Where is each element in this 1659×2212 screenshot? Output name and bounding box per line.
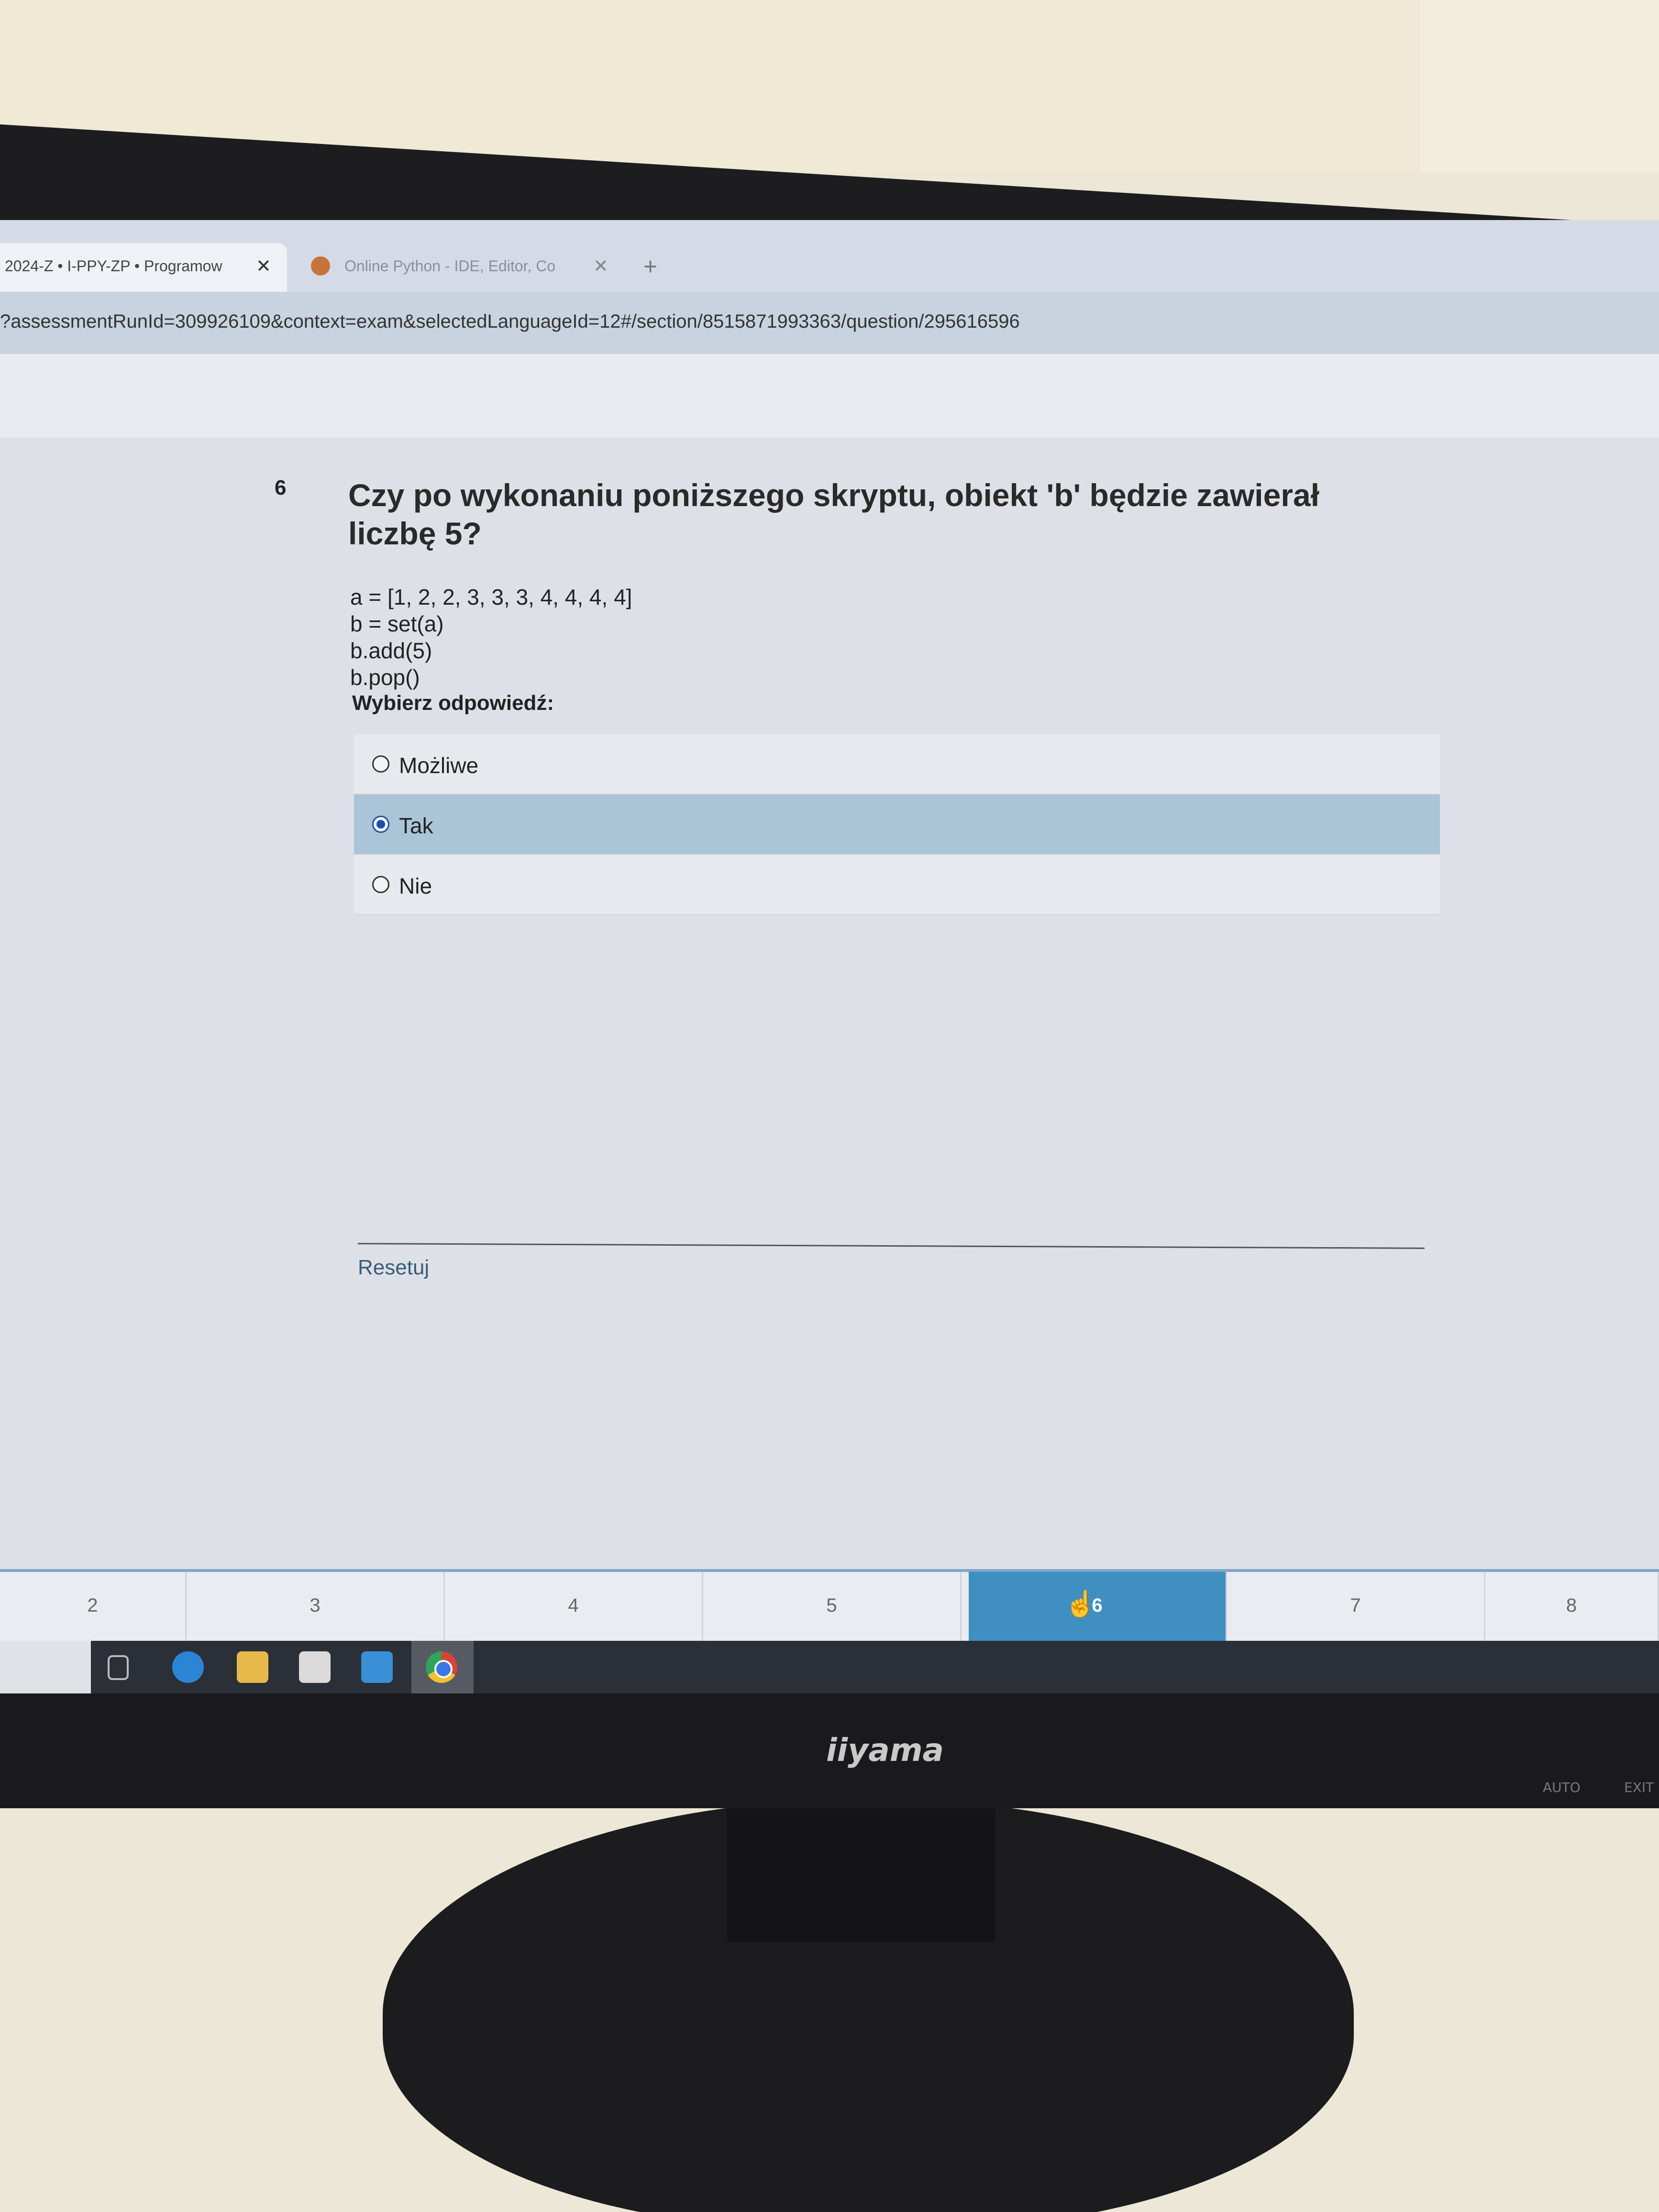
tab-online-python[interactable]: Online Python - IDE, Editor, Co ✕ xyxy=(297,243,622,292)
answer-option-mozliwe[interactable]: Możliwe xyxy=(354,734,1440,795)
question-pagination: 2 3 4 5 6 7 8 ☝ xyxy=(0,1569,1659,1641)
task-view-icon[interactable] xyxy=(108,1655,129,1680)
radio-button[interactable] xyxy=(372,876,389,893)
hand-cursor-icon: ☝ xyxy=(1064,1590,1097,1618)
monitor-brand-logo: iiyama xyxy=(826,1732,944,1769)
answer-option-nie[interactable]: Nie xyxy=(354,855,1440,915)
code-line: b = set(a) xyxy=(350,611,444,636)
option-label: Możliwe xyxy=(399,753,479,778)
option-label: Tak xyxy=(399,813,433,838)
store-icon[interactable] xyxy=(299,1651,331,1683)
question-number: 6 xyxy=(275,476,287,499)
page-button-8[interactable]: 8 xyxy=(1485,1572,1659,1641)
radio-button-selected[interactable] xyxy=(372,816,389,833)
monitor-stand-neck xyxy=(727,1799,995,1942)
taskbar-left-area xyxy=(0,1641,91,1693)
code-line: b.pop() xyxy=(350,665,420,690)
code-line: b.add(5) xyxy=(350,638,432,663)
wall-corner xyxy=(1420,0,1659,172)
screen: 2024-Z • I-PPY-ZP • Programow ✕ Online P… xyxy=(0,220,1659,1693)
taskbar xyxy=(0,1641,1659,1693)
page-header-strip xyxy=(0,354,1659,438)
code-snippet: a = [1, 2, 2, 3, 3, 3, 4, 4, 4, 4] b = s… xyxy=(350,584,632,691)
page-button-4[interactable]: 4 xyxy=(445,1572,703,1641)
page-button-7[interactable]: 7 xyxy=(1227,1572,1485,1641)
option-label: Nie xyxy=(399,874,432,898)
monitor-auto-button[interactable]: AUTO xyxy=(1543,1780,1581,1795)
mail-icon[interactable] xyxy=(361,1651,393,1683)
url-text[interactable]: ?assessmentRunId=309926109&context=exam&… xyxy=(0,311,1020,332)
page-button-3[interactable]: 3 xyxy=(187,1572,445,1641)
tab-title: 2024-Z • I-PPY-ZP • Programow xyxy=(5,257,222,275)
choose-answer-label: Wybierz odpowiedź: xyxy=(352,691,554,715)
code-line: a = [1, 2, 2, 3, 3, 3, 4, 4, 4, 4] xyxy=(350,585,632,609)
answer-options: Możliwe Tak Nie xyxy=(354,734,1440,915)
file-explorer-icon[interactable] xyxy=(237,1651,268,1683)
address-bar[interactable]: ?assessmentRunId=309926109&context=exam&… xyxy=(0,292,1659,354)
page-button-6-current[interactable]: 6 xyxy=(969,1572,1227,1641)
page-button-2[interactable]: 2 xyxy=(0,1572,187,1641)
radio-button[interactable] xyxy=(372,755,389,773)
monitor-exit-button[interactable]: EXIT xyxy=(1624,1780,1654,1795)
tab-exam[interactable]: 2024-Z • I-PPY-ZP • Programow ✕ xyxy=(0,243,287,292)
new-tab-plus-icon[interactable]: + xyxy=(643,253,657,280)
tab-title: Online Python - IDE, Editor, Co xyxy=(344,257,556,275)
reset-link[interactable]: Resetuj xyxy=(358,1256,429,1280)
close-icon[interactable]: ✕ xyxy=(593,255,608,277)
edge-icon[interactable] xyxy=(172,1651,204,1683)
question-title: Czy po wykonaniu poniższego skryptu, obi… xyxy=(348,477,1320,551)
question-page: 6 Czy po wykonaniu poniższego skryptu, o… xyxy=(0,438,1659,1569)
close-icon[interactable]: ✕ xyxy=(256,255,271,277)
browser-tab-strip: 2024-Z • I-PPY-ZP • Programow ✕ Online P… xyxy=(0,220,1659,292)
answer-option-tak[interactable]: Tak xyxy=(354,795,1440,855)
page-button-5[interactable]: 5 xyxy=(703,1572,962,1641)
chrome-icon[interactable] xyxy=(426,1651,457,1683)
favicon-icon xyxy=(311,256,330,276)
divider xyxy=(358,1243,1425,1249)
